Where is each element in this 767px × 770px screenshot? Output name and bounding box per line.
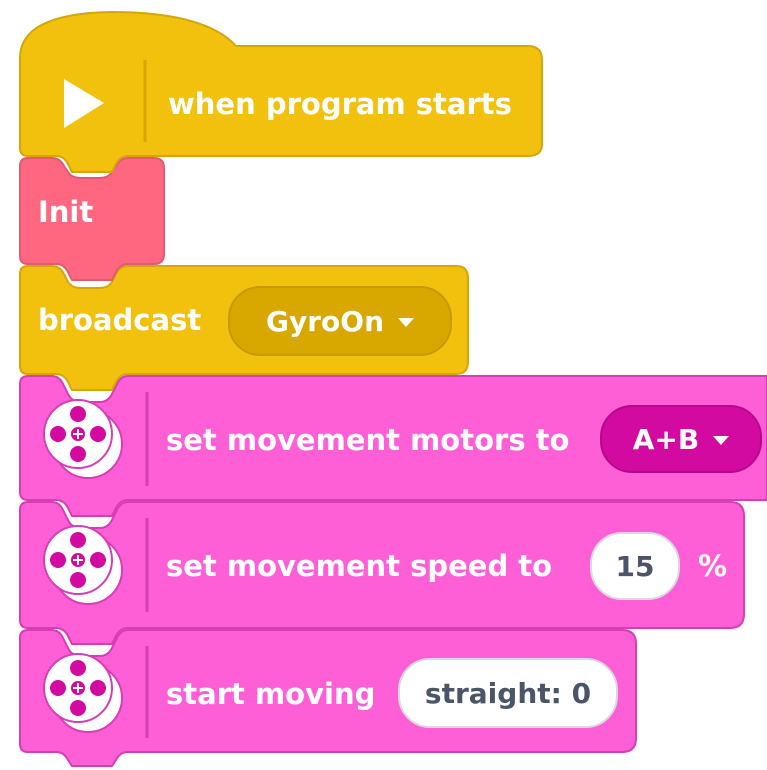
movement-motor-icon (43, 525, 123, 605)
caret-down-icon (398, 318, 414, 327)
when-program-starts-label: when program starts (168, 87, 512, 121)
set-motors-label: set movement motors to (166, 423, 570, 457)
caret-down-icon (713, 436, 730, 445)
broadcast-message-value: GyroOn (265, 304, 384, 338)
steering-value: straight: 0 (424, 676, 592, 710)
speed-unit-label: % (698, 549, 728, 583)
speed-input[interactable]: 15 (590, 532, 680, 600)
steering-input[interactable]: straight: 0 (398, 658, 618, 728)
init-label: Init (38, 195, 94, 229)
broadcast-label: broadcast (38, 303, 202, 337)
motors-port-value: A+B (632, 422, 700, 456)
code-canvas: when program starts Init broadcast GyroO… (0, 0, 767, 770)
movement-motor-icon (43, 653, 123, 733)
broadcast-message-dropdown[interactable]: GyroOn (228, 286, 452, 356)
speed-value: 15 (615, 549, 655, 583)
start-moving-label: start moving (166, 677, 376, 711)
set-speed-label: set movement speed to (166, 549, 553, 583)
motors-port-dropdown[interactable]: A+B (600, 405, 762, 473)
movement-motor-icon (43, 399, 123, 479)
